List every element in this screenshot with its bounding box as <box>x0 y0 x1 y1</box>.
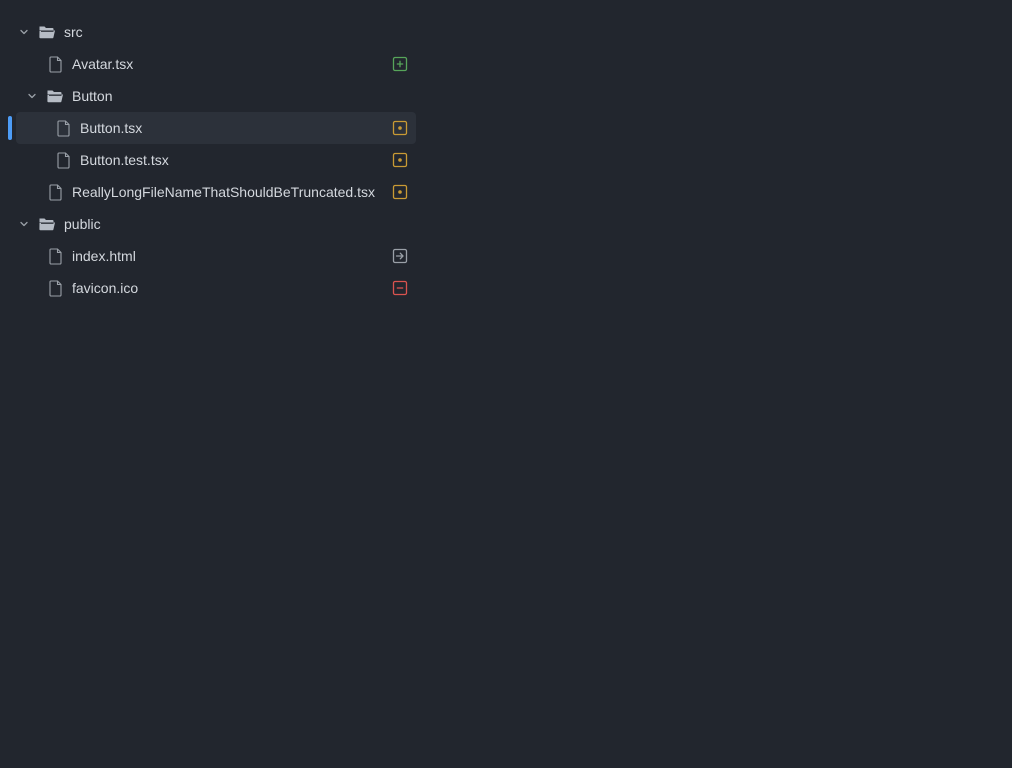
folder-open-icon <box>46 87 64 105</box>
file-icon <box>47 247 65 265</box>
tree-row-avatar-file[interactable]: Avatar.tsx <box>16 48 416 80</box>
focus-indicator <box>8 116 12 140</box>
tree-row-button-folder[interactable]: Button <box>16 80 416 112</box>
tree-row-src-folder[interactable]: src <box>16 16 416 48</box>
chevron-down-icon[interactable] <box>16 24 32 40</box>
tree-row-label: index.html <box>72 248 136 264</box>
tree-row-label: Button.tsx <box>80 120 143 136</box>
tree-row-public-folder[interactable]: public <box>16 208 416 240</box>
status-renamed-icon <box>392 248 408 264</box>
tree-row-long-file[interactable]: ReallyLongFileNameThatShouldBeTruncated.… <box>16 176 416 208</box>
tree-row-favicon-file[interactable]: favicon.ico <box>16 272 416 304</box>
status-modified-icon <box>392 152 408 168</box>
file-icon <box>47 183 65 201</box>
status-added-icon <box>392 56 408 72</box>
tree-row-label: Button <box>72 88 113 104</box>
tree-row-label: src <box>64 24 83 40</box>
tree-row-label: Avatar.tsx <box>72 56 134 72</box>
tree-row-label: Button.test.tsx <box>80 152 169 168</box>
folder-open-icon <box>38 23 56 41</box>
status-modified-icon <box>392 120 408 136</box>
tree-row-label: favicon.ico <box>72 280 139 296</box>
status-modified-icon <box>392 184 408 200</box>
file-icon <box>55 119 73 137</box>
tree-row-button-tsx-file[interactable]: Button.tsx <box>16 112 416 144</box>
file-tree: src Avatar.tsx Button Button.tsx Button.… <box>16 16 416 304</box>
chevron-down-icon[interactable] <box>24 88 40 104</box>
chevron-down-icon[interactable] <box>16 216 32 232</box>
tree-row-label: ReallyLongFileNameThatShouldBeTruncated.… <box>72 184 375 200</box>
file-icon <box>47 55 65 73</box>
folder-open-icon <box>38 215 56 233</box>
status-deleted-icon <box>392 280 408 296</box>
tree-row-label: public <box>64 216 101 232</box>
file-icon <box>47 279 65 297</box>
tree-row-button-test-file[interactable]: Button.test.tsx <box>16 144 416 176</box>
tree-row-index-html-file[interactable]: index.html <box>16 240 416 272</box>
file-icon <box>55 151 73 169</box>
